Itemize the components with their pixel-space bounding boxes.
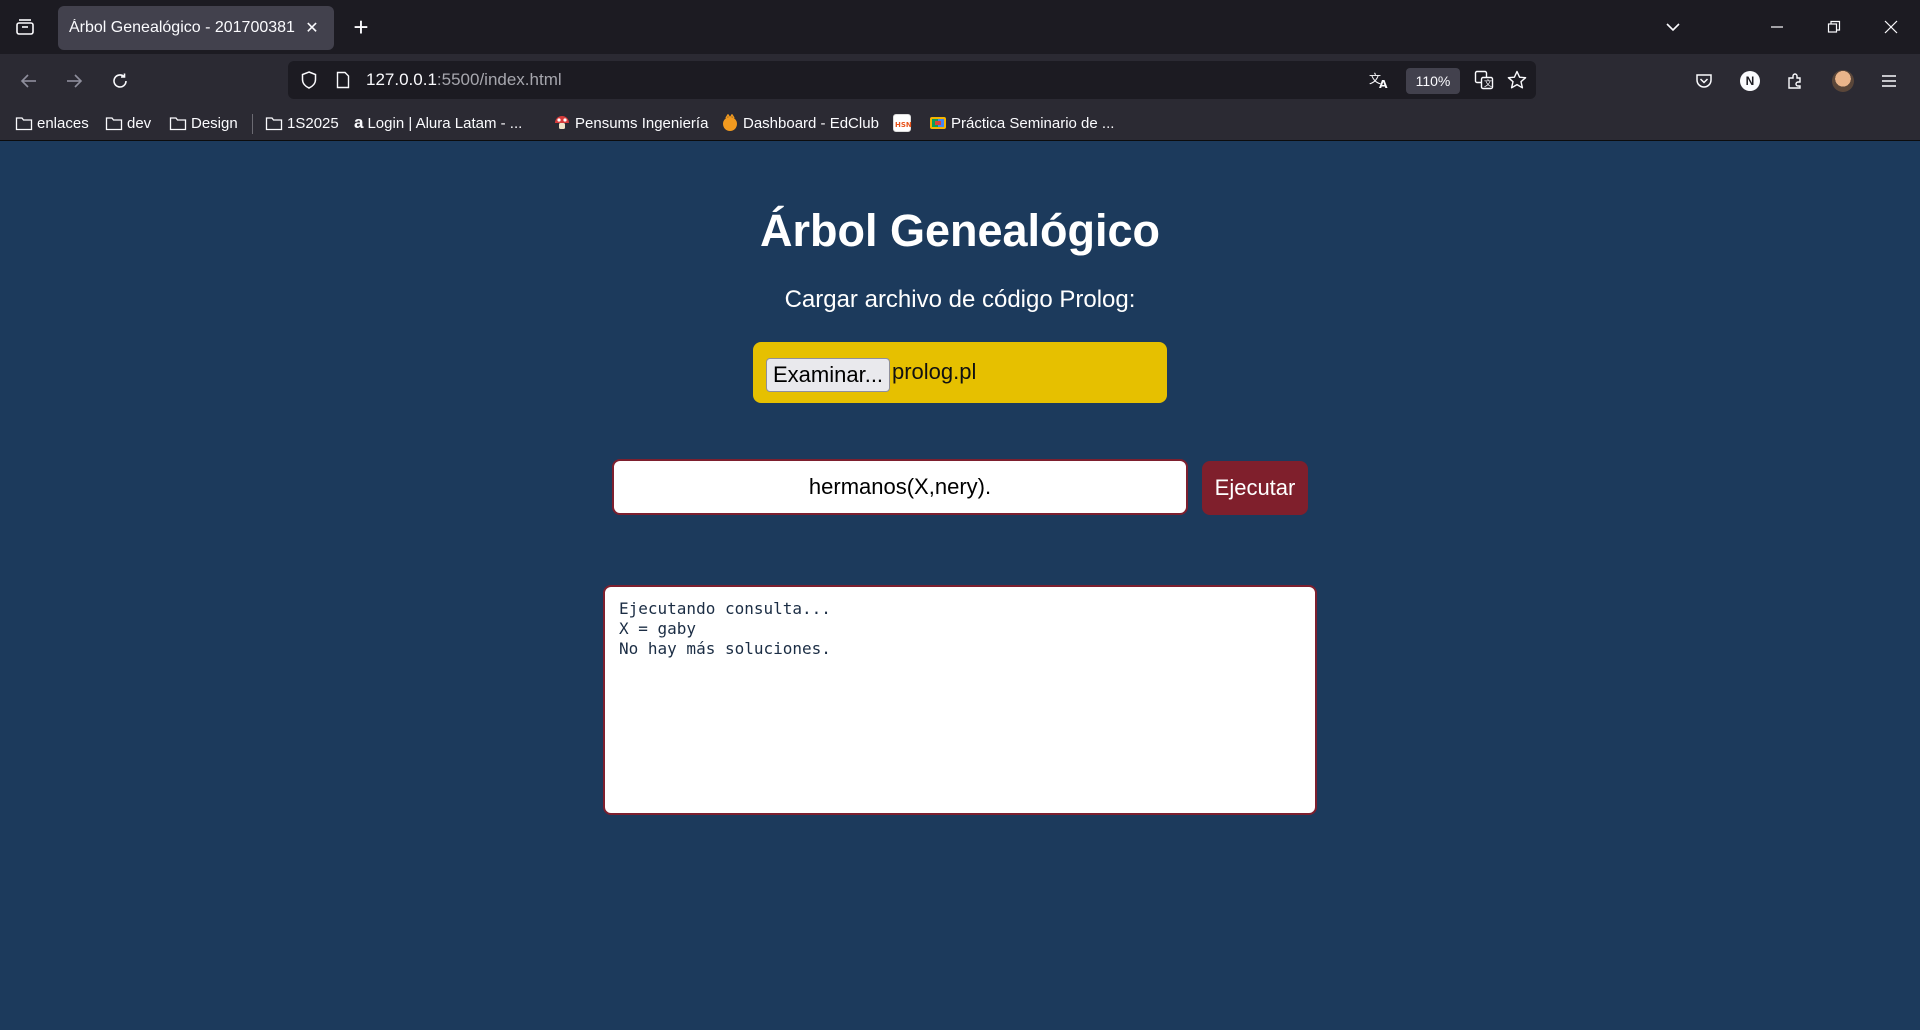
bookmark-label: 1S2025 <box>287 114 339 132</box>
tab-bar: Árbol Genealógico - 201700381 ✕ + <box>0 0 1920 54</box>
bookmark-label: enlaces <box>37 114 89 132</box>
new-tab-icon[interactable]: + <box>346 12 376 42</box>
upload-label: Cargar archivo de código Prolog: <box>784 286 1136 313</box>
edclub-icon <box>721 114 739 132</box>
bookmarks-separator <box>252 114 253 134</box>
bookmark-alura[interactable]: a Login | Alura Latam - ... <box>354 112 522 134</box>
bookmark-edclub[interactable]: Dashboard - EdClub <box>721 112 879 134</box>
active-tab[interactable]: Árbol Genealógico - 201700381 ✕ <box>58 6 334 50</box>
list-all-tabs-icon[interactable] <box>1658 12 1688 42</box>
tab-list-icon[interactable] <box>10 12 40 42</box>
svg-text:文: 文 <box>1484 78 1492 88</box>
file-upload-box: Examinar... prolog.pl <box>753 342 1167 403</box>
forward-icon[interactable] <box>57 64 91 98</box>
url-text[interactable]: 127.0.0.1:5500/index.html <box>366 70 562 90</box>
hsn-icon: HSN <box>893 114 912 132</box>
page-title: Árbol Genealógico <box>759 205 1161 256</box>
bookmark-folder-1s2025[interactable]: 1S2025 <box>265 112 339 134</box>
bookmark-label: Pensums Ingeniería <box>575 114 709 132</box>
bookmark-label: Dashboard - EdClub <box>743 114 879 132</box>
folder-icon <box>105 116 123 131</box>
minimize-icon[interactable] <box>1762 12 1792 42</box>
page-icon[interactable] <box>330 67 356 93</box>
bookmark-folder-design[interactable]: Design <box>169 112 238 134</box>
navigation-bar: 127.0.0.1:5500/index.html 文A 110% 文 N <box>0 54 1920 106</box>
url-path: :5500/index.html <box>436 70 562 89</box>
folder-icon <box>265 116 283 131</box>
browse-file-button[interactable]: Examinar... <box>766 358 891 392</box>
bookmark-star-icon[interactable] <box>1504 67 1530 93</box>
bookmark-folder-enlaces[interactable]: enlaces <box>15 112 89 134</box>
reload-icon[interactable] <box>103 64 137 98</box>
pocket-icon[interactable] <box>1689 66 1719 96</box>
bookmarks-bar: enlaces dev Design 1S2025 a Login | Alur… <box>0 106 1920 141</box>
url-host: 127.0.0.1 <box>366 70 437 89</box>
page-translate-icon[interactable]: 文 <box>1471 67 1497 93</box>
mushroom-icon <box>553 114 571 132</box>
close-tab-icon[interactable]: ✕ <box>298 14 326 42</box>
output-line: X = gaby <box>619 619 697 638</box>
alura-icon: a <box>354 113 364 132</box>
bookmark-label: Login | Alura Latam - ... <box>367 114 523 132</box>
svg-text:A: A <box>1379 78 1388 90</box>
selected-file-name: prolog.pl <box>892 359 977 384</box>
close-window-icon[interactable] <box>1876 12 1906 42</box>
bookmark-pensums[interactable]: Pensums Ingeniería <box>553 112 708 134</box>
output-line: No hay más soluciones. <box>619 639 831 658</box>
colab-icon <box>929 114 947 132</box>
restore-icon[interactable] <box>1819 12 1849 42</box>
folder-icon <box>169 116 187 131</box>
account-icon[interactable]: N <box>1735 66 1765 96</box>
url-bar[interactable]: 127.0.0.1:5500/index.html 文A 110% 文 <box>288 61 1536 99</box>
bookmark-hsn[interactable]: HSN <box>893 112 912 134</box>
folder-icon <box>15 116 33 131</box>
profile-avatar-icon[interactable] <box>1828 66 1858 96</box>
execute-button[interactable]: Ejecutar <box>1202 461 1308 515</box>
bookmark-practica[interactable]: Práctica Seminario de ... <box>929 112 1114 134</box>
output-line: Ejecutando consulta... <box>619 599 831 618</box>
svg-text:HSN: HSN <box>895 121 912 129</box>
tab-title: Árbol Genealógico - 201700381 <box>69 19 295 36</box>
menu-icon[interactable] <box>1874 66 1904 96</box>
bookmark-folder-dev[interactable]: dev <box>105 112 151 134</box>
bookmark-label: Design <box>191 114 238 132</box>
zoom-level-badge[interactable]: 110% <box>1406 68 1460 94</box>
page-content: Árbol Genealógico Cargar archivo de códi… <box>0 141 1920 1030</box>
output-console: Ejecutando consulta... X = gaby No hay más… <box>603 585 1317 815</box>
extensions-icon[interactable] <box>1780 66 1810 96</box>
bookmark-label: Práctica Seminario de ... <box>951 114 1115 132</box>
bookmark-label: dev <box>127 114 152 132</box>
translate-icon[interactable]: 文A <box>1366 67 1392 93</box>
query-input[interactable] <box>612 459 1188 515</box>
back-icon[interactable] <box>12 64 46 98</box>
shield-icon[interactable] <box>296 67 322 93</box>
